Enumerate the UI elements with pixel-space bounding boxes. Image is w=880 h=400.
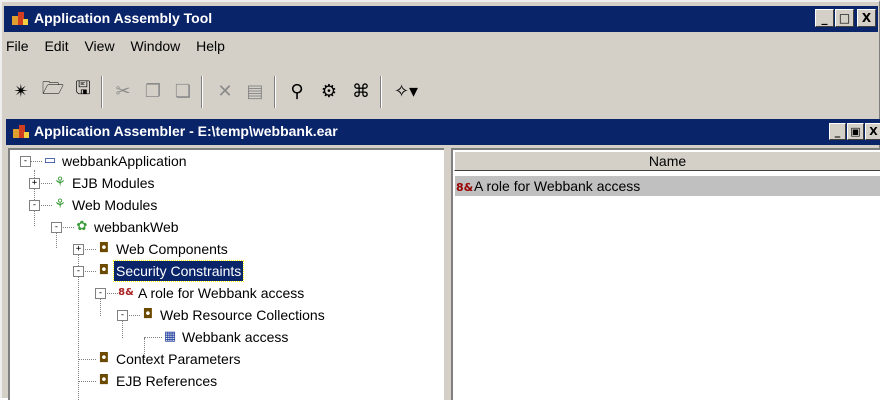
tree-toggle[interactable]: - [95,288,106,299]
tree-node-label: webbankApplication [62,153,187,169]
menu-edit[interactable]: Edit [44,38,68,54]
toolbar-separator [274,76,276,108]
modules-icon: ⚘ [54,175,66,190]
menu-view[interactable]: View [84,38,114,54]
copy-icon[interactable]: ❐ [140,78,166,104]
tree-toggle[interactable]: - [20,156,31,167]
tree-toggle[interactable]: + [73,244,84,255]
tree-node-webbank-access[interactable]: Webbank access [180,327,290,347]
maximize-button[interactable]: □ [835,9,854,27]
tree-node-webbank-application[interactable]: webbankApplication [60,151,189,171]
title-bar[interactable]: Application Assembly Tool _ □ X [4,6,878,32]
menu-help[interactable]: Help [196,38,225,54]
tree-node-label: Web Components [116,241,228,257]
tree-node-ejb-modules[interactable]: EJB Modules [70,173,156,193]
list-item[interactable]: 8&A role for Webbank access [455,176,880,196]
minimize-button[interactable]: _ [829,123,846,140]
tree-node-label: A role for Webbank access [138,285,305,301]
toolbar-separator [201,76,203,108]
menu-bar: File Edit View Window Help [6,38,237,62]
toolbar-separator [101,76,103,108]
tree-node-context-parameters[interactable]: Context Parameters [114,349,243,369]
delete-icon[interactable]: ✕ [212,78,238,104]
tree-toggle[interactable]: - [117,310,128,321]
tree-node-web-components[interactable]: Web Components [114,239,230,259]
tree-toggle[interactable]: - [73,266,84,277]
assembler-window: Application Assembler - E:\temp\webbank.… [6,117,880,400]
restore-button[interactable]: ▣ [847,123,864,140]
assembler-title-bar[interactable]: Application Assembler - E:\temp\webbank.… [6,119,880,145]
tree-node-role-webbank-access[interactable]: A role for Webbank access [136,283,306,303]
tree-toggle[interactable]: - [29,200,40,211]
tree-toggle[interactable]: + [29,178,40,189]
open-icon[interactable]: 🗁 [40,78,66,104]
window-title: Application Assembly Tool [34,10,213,26]
tree-node-label: webbankWeb [94,219,179,235]
folder-icon: ◘ [98,263,110,278]
toolbar-separator [380,76,382,108]
menu-window[interactable]: Window [130,38,180,54]
security-role-icon: 8& [118,287,134,298]
tree-node-web-modules[interactable]: Web Modules [70,195,159,215]
column-header-name[interactable]: Name [454,151,880,171]
tree-node-webbank-web[interactable]: webbankWeb [92,217,181,237]
list-item-label: A role for Webbank access [474,178,641,194]
app-logo-icon [13,125,29,138]
tree-pane: - ▭ webbankApplication + ⚘ EJB Modules -… [8,148,444,400]
security-role-icon: 8& [456,181,474,194]
tree-node-label: EJB References [116,373,218,389]
folder-icon: ◘ [98,373,110,388]
application-icon: ▭ [43,153,57,168]
app-logo-icon [12,12,28,25]
close-button[interactable]: X [857,9,876,27]
new-icon[interactable]: ✴ [8,78,34,104]
wizard-icon[interactable]: ✧▾ [388,78,424,104]
tree-node-web-resource-collections[interactable]: Web Resource Collections [158,305,327,325]
verify-icon[interactable]: ⚙ [316,78,342,104]
modules-icon: ⚘ [54,197,66,212]
tree-node-label: Web Resource Collections [160,307,325,323]
properties-icon[interactable]: ▤ [242,78,268,104]
search-icon[interactable]: ⚲ [284,78,310,104]
cut-icon[interactable]: ✂ [110,78,136,104]
tree-node-ejb-references[interactable]: EJB References [114,371,219,391]
web-resource-icon: ▦ [163,329,177,344]
tree-node-label: Web Modules [72,197,158,213]
tree-node-label: Security Constraints [112,260,245,282]
minimize-button[interactable]: _ [815,9,834,27]
detail-pane: Name 8&A role for Webbank access [451,148,880,400]
close-button[interactable]: X [865,123,880,140]
paste-icon[interactable]: ❏ [170,78,196,104]
tree-node-security-constraints[interactable]: Security Constraints [112,260,245,282]
save-icon[interactable]: 🖫 [70,78,96,104]
tree-toggle[interactable]: - [51,222,62,233]
folder-icon: ◘ [98,241,110,256]
tree-node-label: EJB Modules [72,175,155,191]
web-module-icon: ✿ [76,219,88,234]
generate-icon[interactable]: ⌘ [348,78,374,104]
assembler-title: Application Assembler - E:\temp\webbank.… [34,123,338,139]
toolbar: ✴ 🗁 🖫 ✂ ❐ ❏ ✕ ▤ ⚲ ⚙ ⌘ ✧▾ [6,74,876,114]
tree-node-label: Context Parameters [116,351,241,367]
app-window: Application Assembly Tool _ □ X File Edit … [0,0,880,400]
menu-file[interactable]: File [6,38,29,54]
tree-node-label: Webbank access [182,329,289,345]
pane-splitter[interactable] [444,148,451,400]
folder-icon: ◘ [98,351,110,366]
folder-icon: ◘ [142,307,154,322]
